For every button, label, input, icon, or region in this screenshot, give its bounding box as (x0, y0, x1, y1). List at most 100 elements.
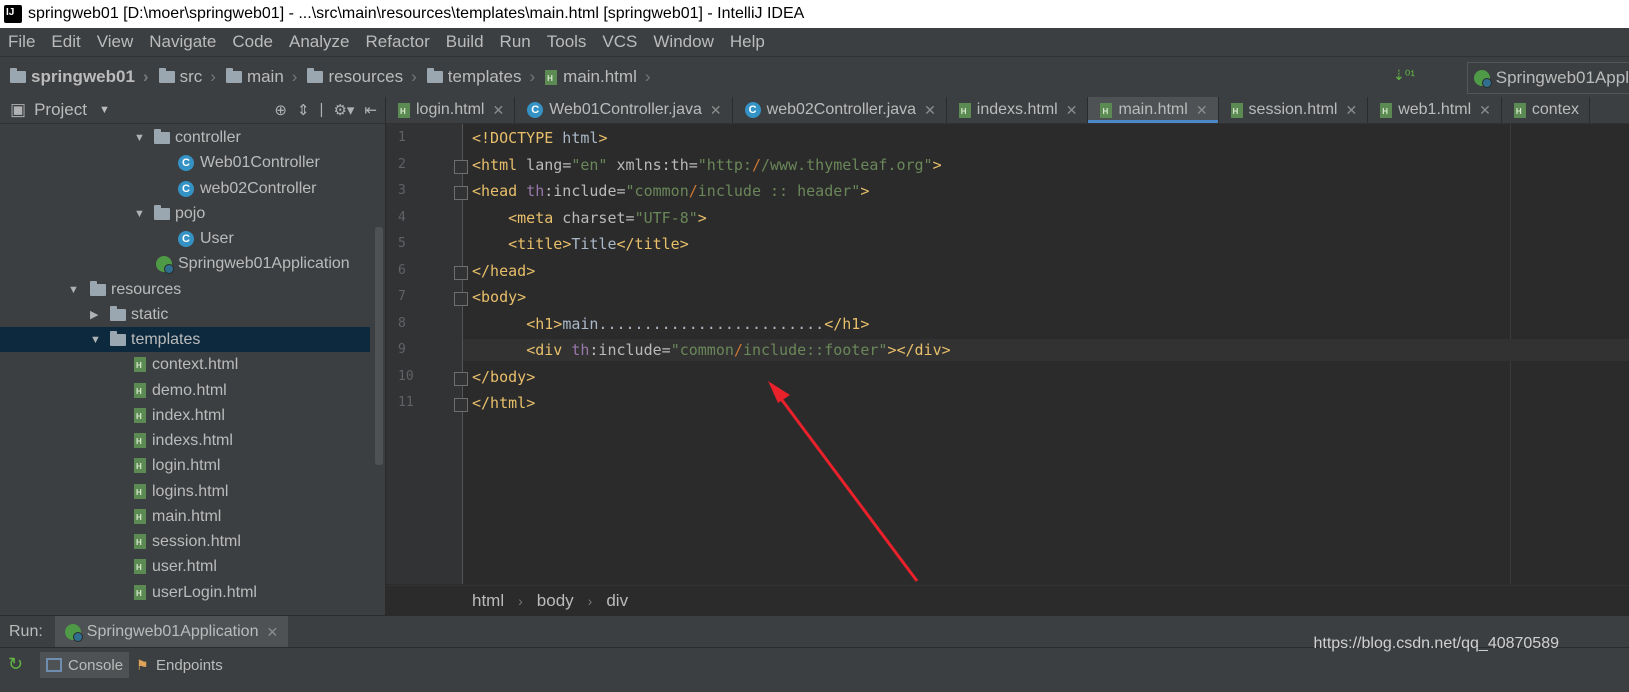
collapsed-arrow-icon[interactable]: ▶ (90, 308, 104, 321)
locate-icon[interactable]: ⊕ (274, 101, 287, 119)
breadcrumb-main[interactable]: main › (225, 67, 297, 87)
fold-marker-icon[interactable] (454, 266, 468, 280)
code-line[interactable]: </head> (472, 260, 535, 282)
breadcrumb-html-tag[interactable]: html (472, 591, 504, 611)
expanded-arrow-icon[interactable]: ▼ (134, 132, 148, 144)
collapse-all-icon[interactable]: ⇕ (297, 101, 310, 119)
tab-web1-html[interactable]: web1.html✕ (1368, 97, 1502, 123)
tab-main-html[interactable]: main.html✕ (1088, 97, 1219, 123)
close-icon[interactable]: ✕ (492, 102, 504, 119)
code-line[interactable]: </html> (472, 392, 535, 414)
tree-item-controller[interactable]: ▼ controller (134, 125, 241, 150)
endpoints-icon: ⚑ (136, 657, 149, 673)
tree-item-static[interactable]: ▶ static (90, 302, 168, 327)
run-configuration-selector[interactable]: Springweb01Appl (1466, 62, 1629, 94)
menu-edit[interactable]: Edit (43, 32, 88, 52)
hide-panel-icon[interactable]: ⇤ (364, 101, 377, 119)
close-icon[interactable]: ✕ (1479, 102, 1491, 119)
code-line[interactable]: <html lang="en" xmlns:th="http://www.thy… (472, 154, 942, 176)
tab-indexs-html[interactable]: indexs.html✕ (947, 97, 1089, 123)
code-line[interactable]: <title>Title</title> (472, 233, 689, 255)
tree-item-login-html[interactable]: login.html (134, 453, 220, 478)
breadcrumb-src[interactable]: src › (158, 67, 216, 87)
expanded-arrow-icon[interactable]: ▼ (134, 208, 148, 220)
menu-window[interactable]: Window (645, 32, 721, 52)
run-subtabs: ↻ Console ⚑ Endpoints (0, 647, 1629, 692)
menu-build[interactable]: Build (438, 32, 492, 52)
tree-item-web01controller[interactable]: C Web01Controller (178, 150, 320, 175)
tree-item-session-html[interactable]: session.html (134, 529, 241, 554)
breadcrumb-project[interactable]: springweb01 › (10, 67, 149, 87)
code-line[interactable]: <h1>main.........................</h1> (472, 313, 869, 335)
code-line[interactable]: <body> (472, 286, 526, 308)
code-line[interactable]: <head th:include="common/include :: head… (472, 180, 869, 202)
project-panel-toolbar: ⊕ ⇕ | ⚙▾ ⇤ (274, 101, 377, 119)
close-icon[interactable]: ✕ (1196, 102, 1208, 119)
menu-analyze[interactable]: Analyze (281, 32, 357, 52)
chevron-down-icon[interactable]: ▼ (99, 104, 110, 116)
code-line[interactable]: <!DOCTYPE html> (472, 127, 607, 149)
subtab-endpoints[interactable]: ⚑ Endpoints (130, 652, 229, 678)
tab-web01controller-java[interactable]: C Web01Controller.java ✕ (515, 97, 733, 123)
tree-item-userlogin-html[interactable]: userLogin.html (134, 580, 257, 605)
tree-item-web02controller[interactable]: C web02Controller (178, 176, 317, 201)
tree-item-logins-html[interactable]: logins.html (134, 479, 228, 504)
tree-item-context-html[interactable]: context.html (134, 352, 238, 377)
folder-icon (426, 68, 443, 83)
close-icon[interactable]: ✕ (924, 102, 936, 119)
tree-item-indexs-html[interactable]: indexs.html (134, 428, 233, 453)
tree-item-demo-html[interactable]: demo.html (134, 378, 227, 403)
breadcrumb-body-tag[interactable]: body (537, 591, 574, 611)
code-line[interactable]: <meta charset="UTF-8"> (472, 207, 707, 229)
run-tab-springweb01application[interactable]: Springweb01Application ✕ (54, 616, 289, 648)
breadcrumb-div-tag[interactable]: div (606, 591, 628, 611)
gear-icon[interactable]: ⚙▾ (333, 101, 354, 119)
tree-item-templates[interactable]: ▼ templates (0, 327, 370, 352)
tree-item-pojo[interactable]: ▼ pojo (134, 201, 205, 226)
close-icon[interactable]: ✕ (1345, 102, 1357, 119)
java-class-icon: C (178, 230, 194, 247)
tree-item-main-html[interactable]: main.html (134, 504, 221, 529)
expanded-arrow-icon[interactable]: ▼ (90, 334, 104, 346)
tab-web02controller-java[interactable]: C web02Controller.java ✕ (733, 97, 947, 123)
tree-item-user-html[interactable]: user.html (134, 554, 217, 579)
code-line[interactable]: </body> (472, 366, 535, 388)
tab-session-html[interactable]: session.html✕ (1219, 97, 1369, 123)
rerun-icon[interactable]: ↻ (8, 654, 23, 675)
menu-view[interactable]: View (89, 32, 142, 52)
breadcrumb-templates[interactable]: templates › (426, 67, 535, 87)
menu-vcs[interactable]: VCS (594, 32, 645, 52)
menu-refactor[interactable]: Refactor (357, 32, 437, 52)
menu-run[interactable]: Run (492, 32, 539, 52)
tab-context-html[interactable]: contex (1502, 97, 1590, 123)
breadcrumb-resources[interactable]: resources › (307, 67, 417, 87)
project-scrollbar[interactable] (375, 227, 383, 465)
close-icon[interactable]: ✕ (710, 102, 722, 119)
close-icon[interactable]: ✕ (266, 624, 278, 641)
line-number: 2 (398, 157, 406, 172)
fold-marker-icon[interactable] (454, 292, 468, 306)
breadcrumb-file[interactable]: main.html› (545, 67, 651, 87)
menu-tools[interactable]: Tools (539, 32, 595, 52)
code-line-current[interactable]: <div th:include="common/include::footer"… (463, 339, 1629, 361)
fold-marker-icon[interactable] (454, 372, 468, 386)
menu-file[interactable]: File (0, 32, 43, 52)
menu-help[interactable]: Help (722, 32, 773, 52)
expanded-arrow-icon[interactable]: ▼ (68, 284, 82, 296)
menu-navigate[interactable]: Navigate (141, 32, 224, 52)
subtab-console[interactable]: Console (40, 652, 130, 678)
menu-code[interactable]: Code (224, 32, 281, 52)
fold-marker-icon[interactable] (454, 160, 468, 174)
fold-marker-icon[interactable] (454, 398, 468, 412)
line-number: 4 (398, 210, 406, 225)
tree-item-user[interactable]: C User (178, 226, 234, 251)
code-editor[interactable]: 1 2 3 4 5 6 7 8 9 10 11 <!DOCTYPE html> … (386, 124, 1629, 584)
sort-icon[interactable]: ⇣⁰¹ (1393, 67, 1415, 84)
tab-login-html[interactable]: login.html✕ (386, 97, 516, 123)
fold-marker-icon[interactable] (454, 186, 468, 200)
spring-boot-icon (64, 624, 83, 642)
close-icon[interactable]: ✕ (1066, 102, 1078, 119)
tree-item-springweb01application[interactable]: Springweb01Application (156, 251, 350, 276)
tree-item-index-html[interactable]: index.html (134, 403, 225, 428)
tree-item-resources[interactable]: ▼ resources (68, 277, 181, 302)
